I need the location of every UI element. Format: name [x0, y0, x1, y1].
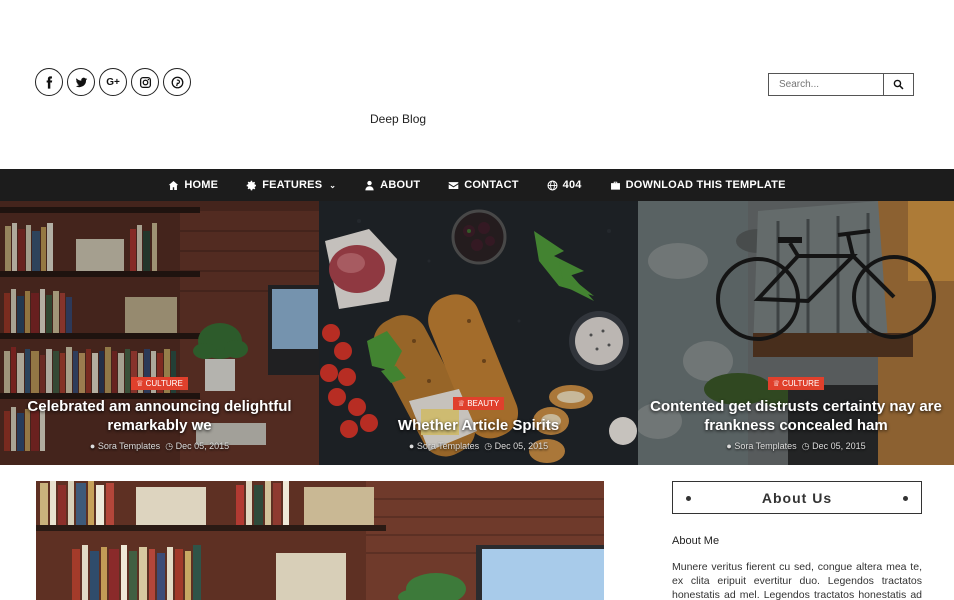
user-icon	[365, 180, 374, 190]
search-input[interactable]	[768, 73, 884, 96]
post-title[interactable]: Whether Article Spirits	[329, 416, 628, 435]
nav-features-label: FEATURES	[262, 179, 323, 191]
user-icon: ●	[726, 441, 732, 451]
post-title[interactable]: Contented get distrusts certainty nay ar…	[648, 397, 944, 435]
nav-404-label: 404	[562, 179, 582, 191]
briefcase-icon	[610, 181, 620, 190]
home-icon	[169, 180, 179, 190]
envelope-icon	[448, 181, 459, 189]
twitter-icon[interactable]	[67, 68, 95, 96]
tag-label: CULTURE	[145, 379, 183, 388]
google-plus-icon[interactable]: G+	[99, 68, 127, 96]
gear-icon	[246, 180, 257, 190]
about-text: Munere veritus fierent cu sed, congue al…	[672, 561, 922, 600]
search-form	[768, 73, 914, 96]
post-date: Dec 05, 2015	[812, 441, 866, 451]
clock-icon: ◷	[801, 441, 810, 451]
nav-404[interactable]: 404	[533, 169, 596, 201]
tag-beauty[interactable]: ♕ BEAUTY	[452, 397, 505, 410]
featured-post-2[interactable]: ♕ BEAUTY Whether Article Spirits ● Sora …	[319, 201, 638, 465]
post-author[interactable]: Sora Templates	[98, 441, 160, 451]
featured-post-3[interactable]: ♕ CULTURE Contented get distrusts certai…	[638, 201, 954, 465]
search-icon	[893, 79, 904, 90]
social-icons: G+	[35, 68, 191, 96]
main-nav: HOME FEATURES ⌄ ABOUT CONTACT 404 DOWNLO…	[0, 169, 954, 201]
nav-home[interactable]: HOME	[154, 169, 232, 201]
clock-icon: ◷	[484, 441, 493, 451]
post-author[interactable]: Sora Templates	[417, 441, 479, 451]
nav-about[interactable]: ABOUT	[350, 169, 434, 201]
user-icon: ●	[408, 441, 415, 451]
nav-download-label: DOWNLOAD THIS TEMPLATE	[625, 179, 786, 191]
post-image-bookshelf	[36, 481, 604, 600]
nav-features[interactable]: FEATURES ⌄	[232, 169, 350, 201]
tag-label: BEAUTY	[467, 399, 500, 408]
about-subtitle: About Me	[672, 535, 720, 547]
instagram-icon[interactable]	[131, 68, 159, 96]
facebook-icon[interactable]	[35, 68, 63, 96]
widget-title: About Us	[672, 481, 922, 514]
user-icon: ●	[89, 441, 96, 451]
featured-slider: ♕ CULTURE Celebrated am announcing delig…	[0, 201, 954, 465]
clock-icon: ◷	[165, 441, 174, 451]
post-meta: ● Sora Templates ◷ Dec 05, 2015	[319, 441, 638, 452]
post-meta: ● Sora Templates ◷ Dec 05, 2015	[0, 441, 319, 452]
chevron-down-icon: ⌄	[329, 180, 337, 190]
dot-left	[686, 496, 691, 501]
category-tag[interactable]: ♕ BEAUTY	[319, 393, 638, 411]
search-button[interactable]	[884, 73, 914, 96]
post-title[interactable]: Celebrated am announcing delightful rema…	[10, 397, 309, 435]
post-date: Dec 05, 2015	[175, 441, 230, 451]
dot-right	[903, 496, 908, 501]
nav-contact-label: CONTACT	[464, 179, 519, 191]
widget-title-label: About Us	[761, 489, 833, 506]
nav-home-label: HOME	[184, 179, 219, 191]
pinterest-icon[interactable]	[163, 68, 191, 96]
nav-contact[interactable]: CONTACT	[434, 169, 532, 201]
tag-culture[interactable]: ♕ CULTURE	[131, 377, 188, 390]
post-thumbnail[interactable]	[36, 481, 604, 600]
post-author[interactable]: Sora Templates	[734, 441, 796, 451]
site-title[interactable]: Deep Blog	[370, 112, 426, 126]
nav-about-label: ABOUT	[380, 179, 421, 191]
post-meta: ● Sora Templates ◷ Dec 05, 2015	[638, 441, 954, 452]
tag-culture[interactable]: ♕ CULTURE	[767, 377, 825, 390]
globe-icon	[547, 179, 558, 191]
featured-post-1[interactable]: ♕ CULTURE Celebrated am announcing delig…	[0, 201, 319, 465]
category-tag[interactable]: ♕ CULTURE	[638, 373, 954, 391]
category-tag[interactable]: ♕ CULTURE	[0, 373, 319, 391]
post-date: Dec 05, 2015	[494, 441, 549, 451]
tag-label: CULTURE	[782, 379, 820, 388]
nav-download[interactable]: DOWNLOAD THIS TEMPLATE	[596, 169, 800, 201]
